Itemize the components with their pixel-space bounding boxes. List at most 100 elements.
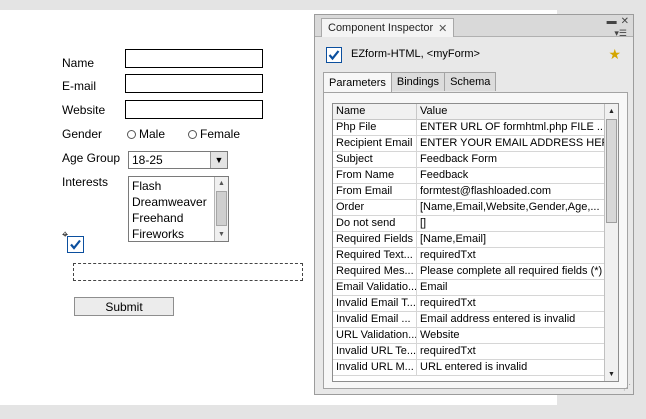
tab-parameters[interactable]: Parameters <box>323 72 392 92</box>
interests-scrollbar[interactable]: ▲ ▼ <box>214 177 228 241</box>
gender-female-radio[interactable]: Female <box>188 127 240 141</box>
scroll-thumb[interactable] <box>216 191 227 226</box>
param-value[interactable]: Email <box>417 280 605 295</box>
param-name: Order <box>333 200 417 215</box>
status-textbox[interactable] <box>73 263 303 281</box>
column-header-name: Name <box>333 104 417 119</box>
tab-bindings[interactable]: Bindings <box>390 72 446 91</box>
table-row[interactable]: Invalid Email ... Email address entered i… <box>333 312 605 328</box>
panel-menu-icon[interactable]: ▾☰ <box>614 28 627 39</box>
close-panel-icon[interactable]: ✕ <box>621 16 629 27</box>
age-group-label: Age Group <box>62 151 121 165</box>
gender-male-radio[interactable]: Male <box>127 127 165 141</box>
grid-rows: Php File ENTER URL OF formhtml.php FILE .… <box>333 120 605 376</box>
param-value[interactable]: Feedback <box>417 168 605 183</box>
interests-list[interactable]: Flash Dreamweaver Freehand Fireworks ▲ ▼ <box>128 176 229 242</box>
table-row[interactable]: From Name Feedback <box>333 168 605 184</box>
param-name: Recipient Email <box>333 136 417 151</box>
list-item[interactable]: Dreamweaver <box>132 194 207 210</box>
name-label: Name <box>62 56 95 70</box>
param-value[interactable]: requiredTxt <box>417 344 605 359</box>
param-value[interactable]: ENTER YOUR EMAIL ADDRESS HERE <box>417 136 605 151</box>
close-icon[interactable]: ✕ <box>438 22 447 35</box>
scroll-down-icon[interactable]: ▼ <box>605 367 618 381</box>
scroll-down-icon[interactable]: ▼ <box>215 228 228 241</box>
param-value[interactable]: requiredTxt <box>417 248 605 263</box>
param-value[interactable]: Please complete all required fields (*) <box>417 264 605 279</box>
component-name: EZform-HTML, <myForm> <box>351 48 480 60</box>
panel-tab[interactable]: Component Inspector ✕ <box>321 18 455 37</box>
radio-circle-icon <box>127 129 136 139</box>
param-name: Required Text... <box>333 248 417 263</box>
grid-header: Name Value <box>333 104 605 120</box>
table-row[interactable]: Email Validatio... Email <box>333 280 605 296</box>
param-name: Invalid Email T... <box>333 296 417 311</box>
column-header-value: Value <box>420 105 448 117</box>
param-value[interactable]: [Name,Email,Website,Gender,Age,... <box>417 200 605 215</box>
radio-circle-icon <box>188 129 197 139</box>
panel-tabbar: Component Inspector ✕ ▬ ✕ ▾☰ <box>315 15 633 39</box>
param-name: Required Fields <box>333 232 417 247</box>
tab-schema[interactable]: Schema <box>444 72 497 91</box>
parameters-grid: Name Value Php File ENTER URL OF formhtml… <box>332 103 619 382</box>
param-value[interactable]: Feedback Form <box>417 152 605 167</box>
list-item[interactable]: Freehand <box>132 210 207 226</box>
scroll-up-icon[interactable]: ▲ <box>215 177 228 190</box>
gender-label: Gender <box>62 127 103 141</box>
table-row[interactable]: Order [Name,Email,Website,Gender,Age,... <box>333 200 605 216</box>
table-row[interactable]: Required Fields [Name,Email] <box>333 232 605 248</box>
param-value[interactable]: URL entered is invalid <box>417 360 605 375</box>
checkmark-icon <box>70 239 81 250</box>
gender-male-label: Male <box>139 127 166 141</box>
param-name: From Email <box>333 184 417 199</box>
minimize-icon[interactable]: ▬ <box>607 16 617 27</box>
email-field[interactable] <box>125 74 263 93</box>
param-name: Invalid URL Te... <box>333 344 417 359</box>
gender-female-label: Female <box>200 127 241 141</box>
table-row[interactable]: URL Validation... Website <box>333 328 605 344</box>
param-value[interactable]: ENTER URL OF formhtml.php FILE ... <box>417 120 605 135</box>
param-name: From Name <box>333 168 417 183</box>
table-row[interactable]: Do not send[] <box>333 216 605 232</box>
table-row[interactable]: Invalid Email T... requiredTxt <box>333 296 605 312</box>
dropdown-arrow-icon[interactable]: ▼ <box>210 152 227 168</box>
submit-button[interactable]: Submit <box>74 297 174 316</box>
param-name: Email Validatio... <box>333 280 417 295</box>
age-group-select[interactable]: 18-25 ▼ <box>128 151 228 169</box>
list-item[interactable]: Flash <box>132 178 207 194</box>
table-row[interactable]: Recipient Email ENTER YOUR EMAIL ADDRESS … <box>333 136 605 152</box>
param-name: Invalid URL M... <box>333 360 417 375</box>
param-value[interactable]: [] <box>417 216 605 231</box>
scroll-thumb[interactable] <box>606 119 617 223</box>
checkmark-icon <box>328 50 340 61</box>
component-checkbox[interactable] <box>67 236 84 253</box>
component-enabled-checkbox[interactable] <box>326 47 342 63</box>
table-row[interactable]: Required Text... requiredTxt <box>333 248 605 264</box>
param-name: Subject <box>333 152 417 167</box>
param-value[interactable]: formtest@flashloaded.com <box>417 184 605 199</box>
param-value[interactable]: Website <box>417 328 605 343</box>
name-field[interactable] <box>125 49 263 68</box>
table-row[interactable]: Invalid URL M... URL entered is invalid <box>333 360 605 376</box>
parameters-pane: Name Value Php File ENTER URL OF formhtml… <box>323 92 628 389</box>
table-row[interactable]: Subject Feedback Form <box>333 152 605 168</box>
website-field[interactable] <box>125 100 263 119</box>
table-row[interactable]: Php File ENTER URL OF formhtml.php FILE .… <box>333 120 605 136</box>
table-row[interactable]: Invalid URL Te... requiredTxt <box>333 344 605 360</box>
panel-title: Component Inspector <box>328 22 434 34</box>
email-label: E-mail <box>62 79 97 93</box>
table-row[interactable]: From Email formtest@flashloaded.com <box>333 184 605 200</box>
grid-scrollbar[interactable]: ▲ ▼ <box>604 104 618 381</box>
list-item[interactable]: Fireworks <box>132 226 207 242</box>
param-name: Php File <box>333 120 417 135</box>
param-value[interactable]: [Name,Email] <box>417 232 605 247</box>
table-row[interactable]: Required Mes... Please complete all requi… <box>333 264 605 280</box>
wizard-star-icon[interactable]: ★ <box>608 46 621 63</box>
param-value[interactable]: requiredTxt <box>417 296 605 311</box>
panel-controls: ▬ ✕ <box>607 16 629 27</box>
param-value[interactable]: Email address entered is invalid <box>417 312 605 327</box>
component-inspector-panel: Component Inspector ✕ ▬ ✕ ▾☰ EZform-HTML… <box>314 14 634 395</box>
resize-grip-icon[interactable]: ⋰ <box>623 383 631 392</box>
scroll-up-icon[interactable]: ▲ <box>605 104 618 118</box>
age-group-value: 18-25 <box>132 153 163 167</box>
